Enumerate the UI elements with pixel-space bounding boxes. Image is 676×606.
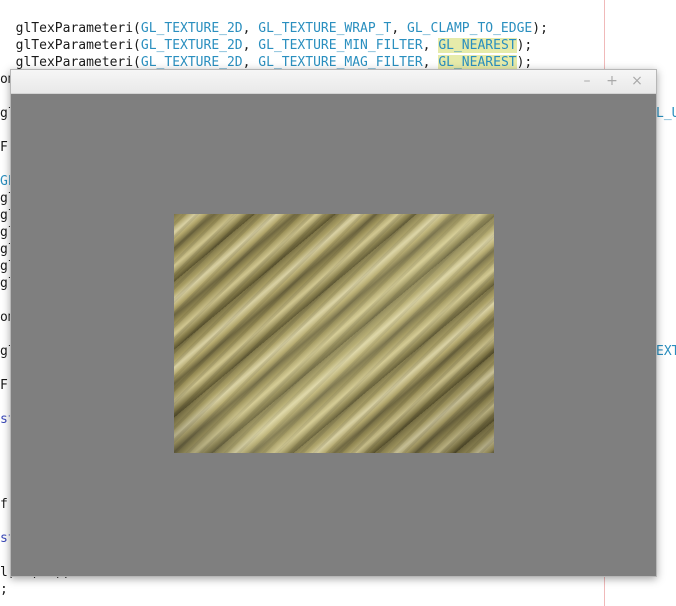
code-fragment: EXT xyxy=(656,344,676,359)
code-end: ); xyxy=(516,55,533,70)
code-sep: , xyxy=(422,55,439,70)
code-fragment: L_U xyxy=(656,106,676,121)
render-window[interactable]: – + × xyxy=(10,69,657,577)
code-sep: , xyxy=(242,55,259,70)
code-fragment: ; xyxy=(0,582,8,597)
code-line-min-filter[interactable]: glTexParameteri(GL_TEXTURE_2D, GL_TEXTUR… xyxy=(0,20,532,53)
maximize-button[interactable]: + xyxy=(603,72,621,90)
window-titlebar[interactable]: – + × xyxy=(11,70,656,94)
code-arg: GL_TEXTURE_MAG_FILTER xyxy=(258,55,423,70)
textured-quad xyxy=(174,214,494,453)
minimize-button[interactable]: – xyxy=(578,72,596,90)
code-line-wrap-t[interactable]: glTexParameteri(GL_TEXTURE_2D, GL_TEXTUR… xyxy=(0,3,548,36)
code-line-mag-filter[interactable]: glTexParameteri(GL_TEXTURE_2D, GL_TEXTUR… xyxy=(0,37,532,70)
code-fn: glTexParameteri( xyxy=(15,55,141,70)
code-end: ); xyxy=(532,21,548,36)
code-arg: GL_TEXTURE_2D xyxy=(140,55,243,70)
gl-canvas[interactable] xyxy=(12,94,655,575)
code-arg-highlighted: GL_NEAREST xyxy=(438,55,517,70)
close-button[interactable]: × xyxy=(628,72,646,90)
